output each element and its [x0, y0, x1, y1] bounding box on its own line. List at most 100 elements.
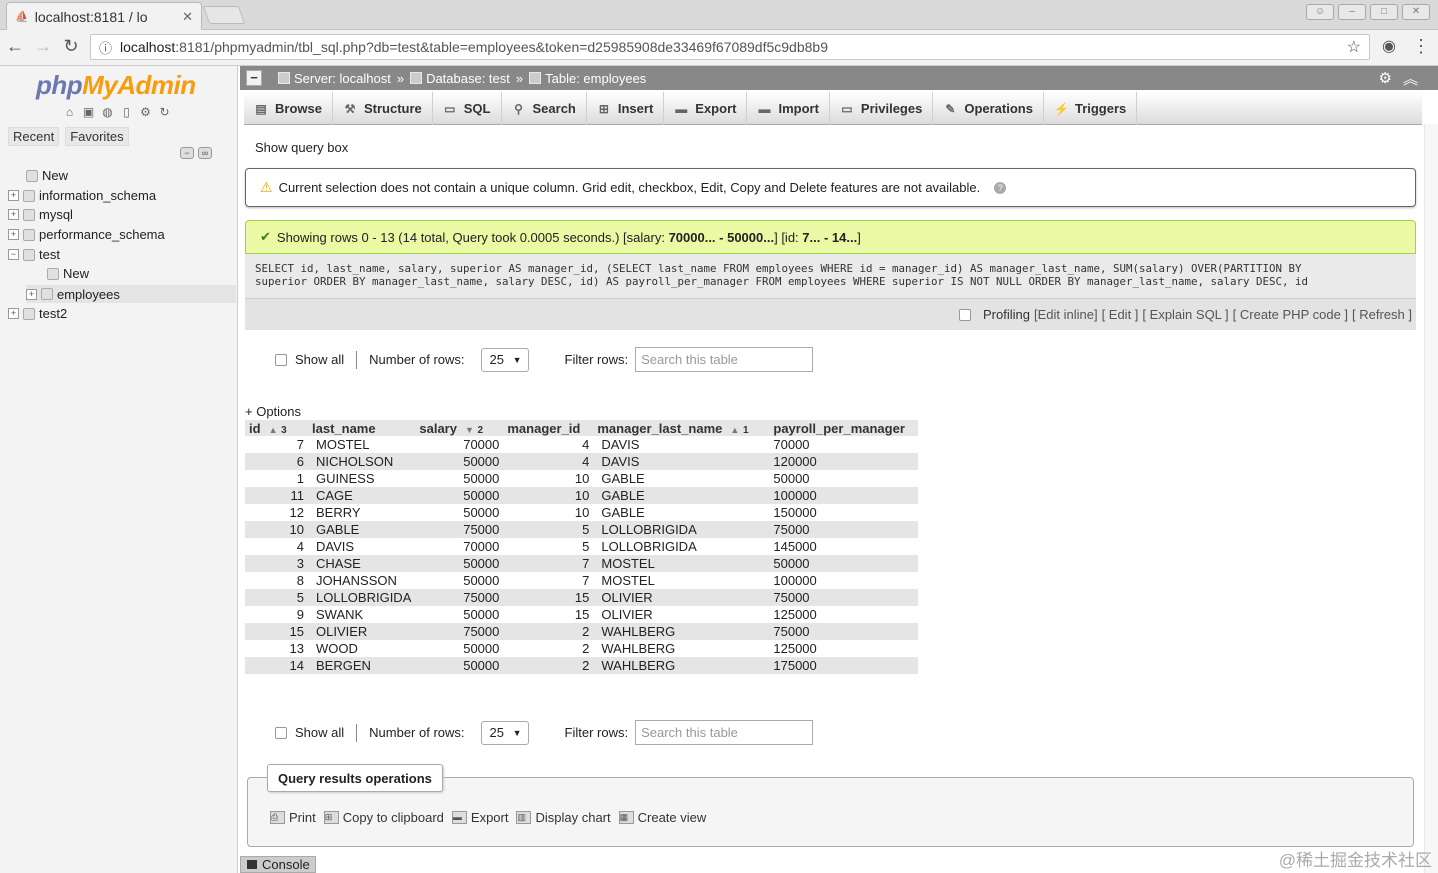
query-window-icon[interactable]: ◍	[100, 105, 115, 120]
collapse-all-icon[interactable]: −	[180, 147, 194, 159]
console-toggle[interactable]: Console	[240, 856, 316, 873]
profiling-label: Profiling	[983, 307, 1030, 322]
menu-icon[interactable]: ⋮	[1410, 36, 1432, 57]
filter-rows-input[interactable]: Search this table	[635, 347, 814, 372]
number-of-rows-select[interactable]: 25 ▼	[480, 720, 529, 745]
show-query-box-link[interactable]: Show query box	[255, 140, 348, 155]
table-row: 1 GUINESS 50000 10 GABLE 50000	[245, 470, 919, 487]
tree-db-information-schema[interactable]: + information_schema	[8, 188, 156, 203]
table-row: 5 LOLLOBRIGIDA 75000 15 OLIVIER 75000	[245, 589, 919, 606]
tree-db-mysql[interactable]: + mysql	[8, 207, 73, 222]
export-link[interactable]: ▬ Export	[451, 810, 508, 825]
cell-manager-id: 2	[503, 640, 594, 657]
column-header-manager-id[interactable]: manager_id	[503, 420, 594, 436]
extension-icon[interactable]: ◉	[1378, 36, 1400, 56]
info-icon[interactable]: ⓘ	[99, 38, 112, 57]
column-header-last-name[interactable]: last_name	[308, 420, 416, 436]
column-header-payroll-per-manager[interactable]: payroll_per_manager	[769, 420, 919, 436]
tree-new-database[interactable]: New	[26, 168, 68, 183]
show-all-checkbox[interactable]	[275, 353, 287, 366]
gear-icon[interactable]: ⚙	[1379, 69, 1392, 87]
new-tab-button[interactable]	[202, 6, 246, 24]
column-header-manager-last-name[interactable]: manager_last_name ▲ 1	[593, 420, 770, 436]
create-php-code-link[interactable]: [ Create PHP code ]	[1233, 307, 1348, 322]
edit-inline-link[interactable]: [Edit inline]	[1034, 307, 1098, 322]
address-bar[interactable]: ⓘ localhost:8181/phpmyadmin/tbl_sql.php?…	[90, 34, 1370, 60]
create-view-link[interactable]: ▦ Create view	[618, 810, 706, 825]
maximize-icon[interactable]: □	[1370, 4, 1398, 20]
scrollbar[interactable]	[1424, 124, 1438, 873]
print-link[interactable]: ⎙ Print	[270, 810, 316, 825]
favorites-tab[interactable]: Favorites	[65, 127, 129, 146]
options-toggle[interactable]: + Options	[245, 404, 301, 419]
sql-query-display: SELECT id, last_name, salary, superior A…	[245, 254, 1416, 298]
cell-manager-id: 4	[503, 453, 594, 470]
expand-icon[interactable]: +	[8, 229, 19, 240]
phpmyadmin-logo[interactable]: phpMyAdmin	[36, 70, 196, 101]
tab-browse[interactable]: ▤ Browse	[244, 92, 333, 125]
profile-icon[interactable]: ☺	[1306, 4, 1334, 20]
breadcrumb-database[interactable]: Database: test	[410, 71, 510, 86]
reload-nav-icon[interactable]: ↻	[157, 105, 172, 120]
tab-operations[interactable]: ✎ Operations	[933, 92, 1044, 125]
tree-new-table[interactable]: New	[47, 266, 89, 281]
settings-icon[interactable]: ⚙	[138, 105, 153, 120]
expand-icon[interactable]: +	[26, 288, 37, 300]
display-chart-link[interactable]: ▥ Display chart	[516, 810, 611, 825]
window-close-icon[interactable]: ✕	[1402, 4, 1430, 20]
tab-search[interactable]: ⚲ Search	[502, 92, 587, 125]
logout-icon[interactable]: ▣	[81, 105, 96, 120]
breadcrumb-table[interactable]: Table: employees	[529, 71, 646, 86]
column-header-salary[interactable]: salary ▼ 2	[415, 420, 504, 436]
watermark: @稀土掘金技术社区	[1278, 851, 1432, 870]
cell-manager-last-name: GABLE	[593, 470, 770, 487]
show-all-checkbox[interactable]	[275, 726, 287, 739]
tree-db-test[interactable]: − test	[8, 247, 60, 262]
browser-tab[interactable]: ⛵ localhost:8181 / lo ✕	[6, 2, 202, 30]
link-with-main-icon[interactable]: ∞	[198, 147, 212, 159]
tab-import[interactable]: ▬ Import	[747, 92, 830, 125]
tree-table-employees[interactable]: + employees	[26, 285, 236, 303]
tab-insert[interactable]: ⊞ Insert	[587, 92, 665, 125]
cell-last-name: LOLLOBRIGIDA	[308, 589, 416, 606]
bookmark-star-icon[interactable]: ☆	[1347, 37, 1361, 57]
number-of-rows-select[interactable]: 25 ▼	[480, 347, 529, 372]
expand-icon[interactable]: +	[8, 209, 19, 220]
filter-rows-input[interactable]: Search this table	[635, 720, 814, 745]
reload-icon[interactable]: ↻	[60, 36, 82, 57]
help-icon[interactable]: ?	[994, 181, 1007, 194]
profiling-checkbox[interactable]	[959, 308, 971, 321]
tree-db-performance-schema[interactable]: + performance_schema	[8, 227, 165, 242]
tab-structure[interactable]: ⚒ Structure	[333, 92, 433, 125]
collapse-nav-button[interactable]: −	[246, 70, 262, 86]
back-icon[interactable]: ←	[4, 36, 26, 57]
expand-icon[interactable]: +	[8, 190, 19, 201]
breadcrumb-server[interactable]: Server: localhost	[278, 71, 391, 86]
copy-to-clipboard-link[interactable]: ⊞ Copy to clipboard	[323, 810, 444, 825]
edit-link[interactable]: [ Edit ]	[1102, 307, 1139, 322]
refresh-link[interactable]: [ Refresh ]	[1352, 307, 1412, 322]
explain-sql-link[interactable]: [ Explain SQL ]	[1142, 307, 1228, 322]
cell-salary: 50000	[415, 487, 504, 504]
tree-db-test2[interactable]: + test2	[8, 306, 67, 321]
structure-icon: ⚒	[344, 101, 356, 116]
tab-sql[interactable]: ▭ SQL	[433, 92, 502, 125]
cell-salary: 75000	[415, 623, 504, 640]
tab-triggers[interactable]: ⚡ Triggers	[1044, 92, 1138, 125]
recent-tab[interactable]: Recent	[8, 127, 60, 146]
docs-icon[interactable]: ▯	[119, 105, 134, 120]
tab-privileges[interactable]: ▭ Privileges	[830, 92, 934, 125]
tab-export[interactable]: ▬ Export	[664, 92, 748, 125]
forward-icon[interactable]: →	[32, 36, 54, 57]
home-icon[interactable]: ⌂	[62, 105, 77, 120]
cell-salary: 50000	[415, 555, 504, 572]
collapse-up-icon[interactable]: ︽	[1403, 68, 1418, 89]
collapse-icon[interactable]: −	[8, 249, 19, 260]
table-row: 14 BERGEN 50000 2 WAHLBERG 175000	[245, 657, 919, 674]
expand-icon[interactable]: +	[8, 308, 19, 319]
minimize-icon[interactable]: –	[1338, 4, 1366, 20]
cell-manager-last-name: LOLLOBRIGIDA	[593, 521, 770, 538]
table-row: 13 WOOD 50000 2 WAHLBERG 125000	[245, 640, 919, 657]
close-tab-icon[interactable]: ✕	[182, 9, 193, 25]
column-header-id[interactable]: id ▲ 3	[245, 420, 308, 436]
